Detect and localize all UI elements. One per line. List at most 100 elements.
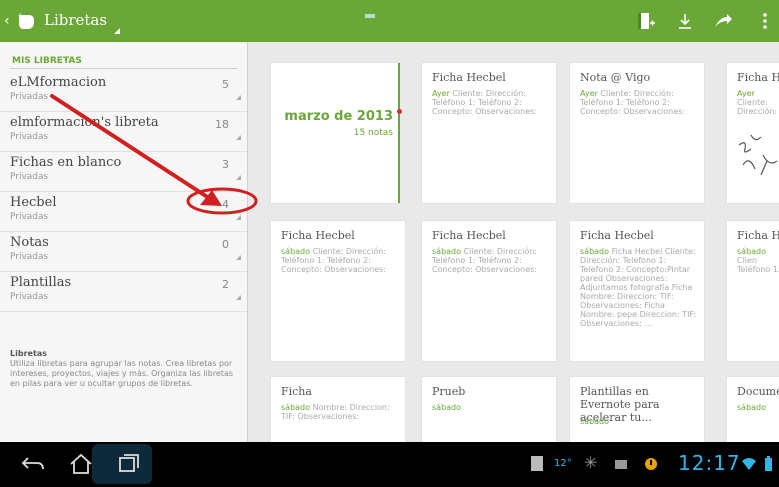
notebook-count: 4 — [222, 198, 229, 211]
note-date: sábado — [580, 417, 610, 426]
notebook-item[interactable]: eLMformacion Privadas 5 — [0, 71, 247, 112]
note-snippet: sábado Cliente: Dirección: Teléfono 1: T… — [432, 247, 552, 274]
notebook-name: eLMformacion — [10, 75, 107, 90]
note-card[interactable]: Plantillas en Evernote para acelerar tu.… — [569, 376, 705, 442]
status-clock: 12:17 — [678, 451, 741, 475]
note-date: Ayer — [580, 89, 598, 98]
back-chevron-icon[interactable]: ‹ — [4, 13, 10, 29]
timeline-line — [398, 63, 400, 203]
notebook-type: Privadas — [10, 172, 49, 182]
timeline-dot — [397, 109, 402, 114]
note-card[interactable]: Documen sábado — [726, 376, 779, 442]
note-title: Ficha Hecbel — [281, 229, 355, 242]
notebook-type: Privadas — [10, 132, 49, 142]
notebook-name: Plantillas — [10, 275, 72, 290]
note-card[interactable]: Ficha Hecbel sábado Cliente: Dirección: … — [421, 220, 557, 362]
note-snippet: Ayer Cliente: Dirección: Teléfono 1: Tel… — [432, 89, 552, 116]
corner-fold-icon — [236, 95, 241, 100]
note-snippet: sábado — [580, 417, 700, 426]
note-card[interactable]: Nota @ Vigo Ayer Cliente: Dirección: Tel… — [569, 62, 705, 204]
date-group-count: 15 notas — [353, 128, 393, 138]
notebook-name: Fichas en blanco — [10, 155, 122, 170]
evernote-logo-icon[interactable] — [15, 11, 37, 31]
note-card[interactable]: Ficha Hec sábado Clien Teléfono 1: T Con… — [726, 220, 779, 362]
document-status-icon — [531, 456, 543, 471]
note-date: sábado — [281, 403, 311, 412]
note-date: sábado — [432, 247, 462, 256]
battery-icon — [765, 456, 772, 471]
notebook-item[interactable]: Plantillas Privadas 2 — [0, 271, 247, 312]
date-group-month: marzo de 2013 — [284, 109, 393, 124]
handwriting-sketch — [738, 134, 778, 176]
notebook-item[interactable]: Notas Privadas 0 — [0, 231, 247, 272]
weather-icon: ✳ — [584, 453, 598, 472]
note-card[interactable]: Ficha Hecbel Ayer Cliente: Dirección: Te… — [421, 62, 557, 204]
note-title: Ficha Hecbel — [432, 71, 506, 84]
note-title: Ficha Hecbel — [580, 229, 654, 242]
note-card[interactable]: Prueb sábado — [421, 376, 557, 442]
notebook-item[interactable]: Fichas en blanco Privadas 3 — [0, 151, 247, 192]
note-title: Ficha Hecbel — [432, 229, 506, 242]
download-icon[interactable] — [674, 10, 696, 32]
back-nav-icon[interactable] — [18, 452, 48, 476]
note-title: Ficha Hec — [737, 229, 779, 242]
note-snippet: sábado Clien Teléfono 1: T Concepto: O — [737, 247, 779, 275]
note-title: Nota @ Vigo — [580, 71, 651, 84]
notebooks-title[interactable]: Libretas — [44, 11, 107, 29]
title-dropdown-icon[interactable] — [114, 28, 120, 34]
note-card[interactable]: Ficha Hecbel sábado Cliente: Dirección: … — [270, 220, 406, 362]
notebook-count: 2 — [222, 278, 229, 291]
notebook-item[interactable]: elmformacion's libreta Privadas 18 — [0, 111, 247, 152]
note-title: Documen — [737, 385, 779, 398]
notebook-item[interactable]: Hecbel Privadas 4 — [0, 191, 247, 232]
note-title: Ficha Hec — [737, 71, 779, 84]
note-date: sábado — [737, 403, 767, 412]
sidebar-header: MIS LIBRETAS — [12, 56, 82, 66]
notification-status-icon — [645, 458, 657, 470]
corner-fold-icon — [236, 175, 241, 180]
note-snippet: sábado Ficha Hecbel Cliente: Dirección: … — [580, 247, 700, 328]
note-snippet: sábado Cliente: Dirección: Teléfono 1: T… — [281, 247, 401, 274]
note-title: Prueb — [432, 385, 466, 398]
sync-indicator-icon — [365, 14, 375, 18]
note-date: sábado — [580, 247, 610, 256]
system-nav-bar: 12° ✳ 12:17 — [0, 442, 779, 487]
note-date: sábado — [737, 247, 767, 256]
note-title: Ficha — [281, 385, 312, 398]
corner-fold-icon — [236, 135, 241, 140]
note-snippet: Ayer Cliente: Dirección: Teléfono 1: Tel… — [580, 89, 700, 116]
share-icon[interactable] — [712, 10, 734, 32]
notebook-name: elmformacion's libreta — [10, 115, 159, 130]
notebook-name: Notas — [10, 235, 49, 250]
notes-grid: marzo de 2013 15 notas Ficha Hecbel Ayer… — [248, 42, 779, 442]
corner-fold-icon — [236, 255, 241, 260]
date-group-card: marzo de 2013 15 notas — [270, 62, 402, 204]
note-card[interactable]: Ficha Hecbel sábado Ficha Hecbel Cliente… — [569, 220, 705, 362]
recent-apps-icon[interactable] — [114, 452, 144, 476]
notebook-name: Hecbel — [10, 195, 57, 210]
sidebar-divider — [10, 68, 237, 69]
note-text: Cliente: Dirección: Te Teléfono 2: C — [737, 98, 778, 117]
corner-fold-icon — [236, 295, 241, 300]
overflow-menu-icon[interactable] — [754, 10, 776, 32]
note-snippet: sábado — [737, 403, 779, 412]
help-text: Utiliza libretas para agrupar las notas.… — [10, 359, 234, 388]
wifi-icon — [742, 458, 756, 470]
note-snippet: Ayer Cliente: Dirección: Te Teléfono 2: … — [737, 89, 779, 117]
note-text: Clien Teléfono 1: T Concepto: O — [737, 256, 779, 275]
note-date: Ayer — [737, 89, 755, 98]
corner-fold-icon — [236, 215, 241, 220]
notebook-count: 5 — [222, 78, 229, 91]
note-date: sábado — [281, 247, 311, 256]
note-snippet: sábado — [432, 403, 552, 412]
notebook-type: Privadas — [10, 212, 49, 222]
new-notebook-icon[interactable] — [634, 10, 656, 32]
notebooks-help: Libretas Utiliza libretas para agrupar l… — [10, 349, 238, 389]
note-date: Ayer — [432, 89, 450, 98]
note-card[interactable]: Ficha Hec Ayer Cliente: Dirección: Te Te… — [726, 62, 779, 204]
note-text: Ficha Hecbel Cliente: Dirección: Telefon… — [580, 247, 697, 328]
notebook-count: 0 — [222, 238, 229, 251]
note-card[interactable]: Ficha sábado Nombre: Direccion: TIF: Obs… — [270, 376, 406, 442]
notebook-type: Privadas — [10, 92, 49, 102]
action-bar: ‹ Libretas — [0, 0, 779, 42]
